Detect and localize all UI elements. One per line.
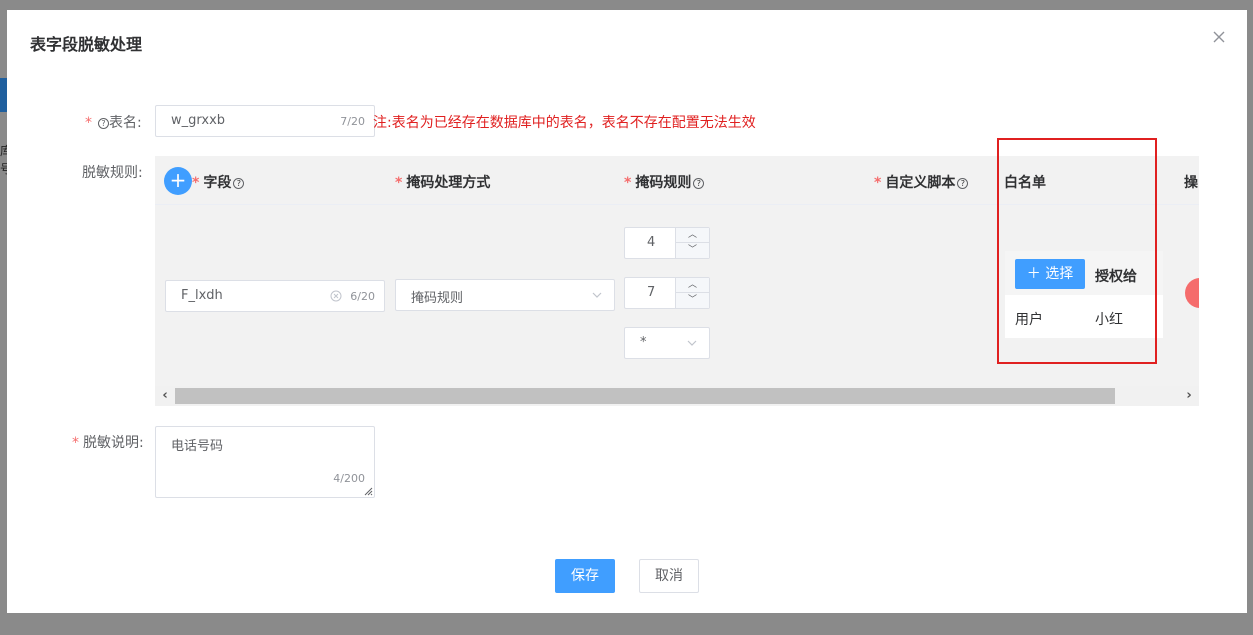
- char-count: 6/20: [350, 290, 375, 303]
- column-mask-rule: * 掩码规则?: [624, 172, 705, 192]
- rules-table-header: + * 字段? * 掩码处理方式 * 掩码规则? * 自定义脚本? 白名单 操: [155, 156, 1199, 205]
- chevron-down-icon: [687, 340, 697, 346]
- help-icon: ?: [693, 178, 705, 189]
- field-input[interactable]: F_lxdh 6/20: [165, 280, 385, 312]
- add-rule-button[interactable]: +: [164, 167, 192, 195]
- plus-icon: ＋: [1026, 266, 1041, 282]
- rules-table: + * 字段? * 掩码处理方式 * 掩码规则? * 自定义脚本? 白名单 操 F_lx…: [155, 156, 1199, 406]
- column-field: * 字段?: [192, 172, 245, 192]
- help-icon: ?: [98, 118, 109, 129]
- save-button[interactable]: 保存: [555, 559, 615, 593]
- scroll-right-icon[interactable]: ›: [1181, 388, 1197, 404]
- rules-label: 脱敏规则:: [82, 165, 143, 181]
- char-count: 4/200: [333, 472, 365, 485]
- increase-button[interactable]: ︿: [676, 278, 709, 293]
- description-label: * 脱敏说明:: [72, 435, 144, 451]
- char-count: 7/20: [340, 115, 365, 128]
- whitelist-type: 用户: [1015, 312, 1043, 328]
- dialog: 表字段脱敏处理 *? 表名: w_grxxb 7/20 注:表名为已经存在数据库中…: [7, 10, 1247, 613]
- chevron-down-icon: [592, 292, 602, 298]
- column-mask-method: * 掩码处理方式: [395, 175, 491, 191]
- whitelist-panel: ＋ 选择 授权给 用户 小红: [1005, 251, 1163, 338]
- delete-rule-button[interactable]: [1185, 278, 1199, 308]
- close-icon[interactable]: [1211, 29, 1227, 45]
- column-action: 操: [1184, 175, 1198, 191]
- whitelist-choose-button[interactable]: ＋ 选择: [1015, 259, 1085, 289]
- dialog-title: 表字段脱敏处理: [30, 35, 143, 54]
- rule-end-stepper[interactable]: 7 ︿ ﹀: [624, 277, 710, 309]
- increase-button[interactable]: ︿: [676, 228, 709, 243]
- description-textarea[interactable]: 电话号码 4/200: [155, 426, 375, 498]
- decrease-button[interactable]: ﹀: [676, 243, 709, 258]
- resize-handle-icon[interactable]: [364, 487, 373, 496]
- table-name-input[interactable]: w_grxxb 7/20: [155, 105, 375, 137]
- mask-method-select[interactable]: 掩码规则: [395, 279, 615, 311]
- help-icon: ?: [957, 178, 969, 189]
- decrease-button[interactable]: ﹀: [676, 293, 709, 308]
- clear-icon[interactable]: [330, 290, 342, 302]
- column-custom-script: * 自定义脚本?: [874, 172, 969, 192]
- scroll-left-icon[interactable]: ‹: [157, 388, 173, 404]
- table-name-label: *? 表名:: [85, 115, 142, 131]
- whitelist-user: 小红: [1095, 312, 1123, 328]
- scrollbar-thumb[interactable]: [175, 388, 1115, 404]
- grant-to-label: 授权给: [1095, 269, 1137, 285]
- help-icon: ?: [233, 178, 245, 189]
- rules-table-row: F_lxdh 6/20 掩码规则 4 ︿ ﹀ 7 ︿ ﹀ * ＋ 选择 授权给 …: [155, 205, 1199, 386]
- mask-char-select[interactable]: *: [624, 327, 710, 359]
- horizontal-scrollbar[interactable]: ‹ ›: [155, 386, 1199, 406]
- table-name-tip: 注:表名为已经存在数据库中的表名，表名不存在配置无法生效: [373, 115, 756, 131]
- rule-start-stepper[interactable]: 4 ︿ ﹀: [624, 227, 710, 259]
- column-whitelist: 白名单: [1004, 175, 1046, 191]
- cancel-button[interactable]: 取消: [639, 559, 699, 593]
